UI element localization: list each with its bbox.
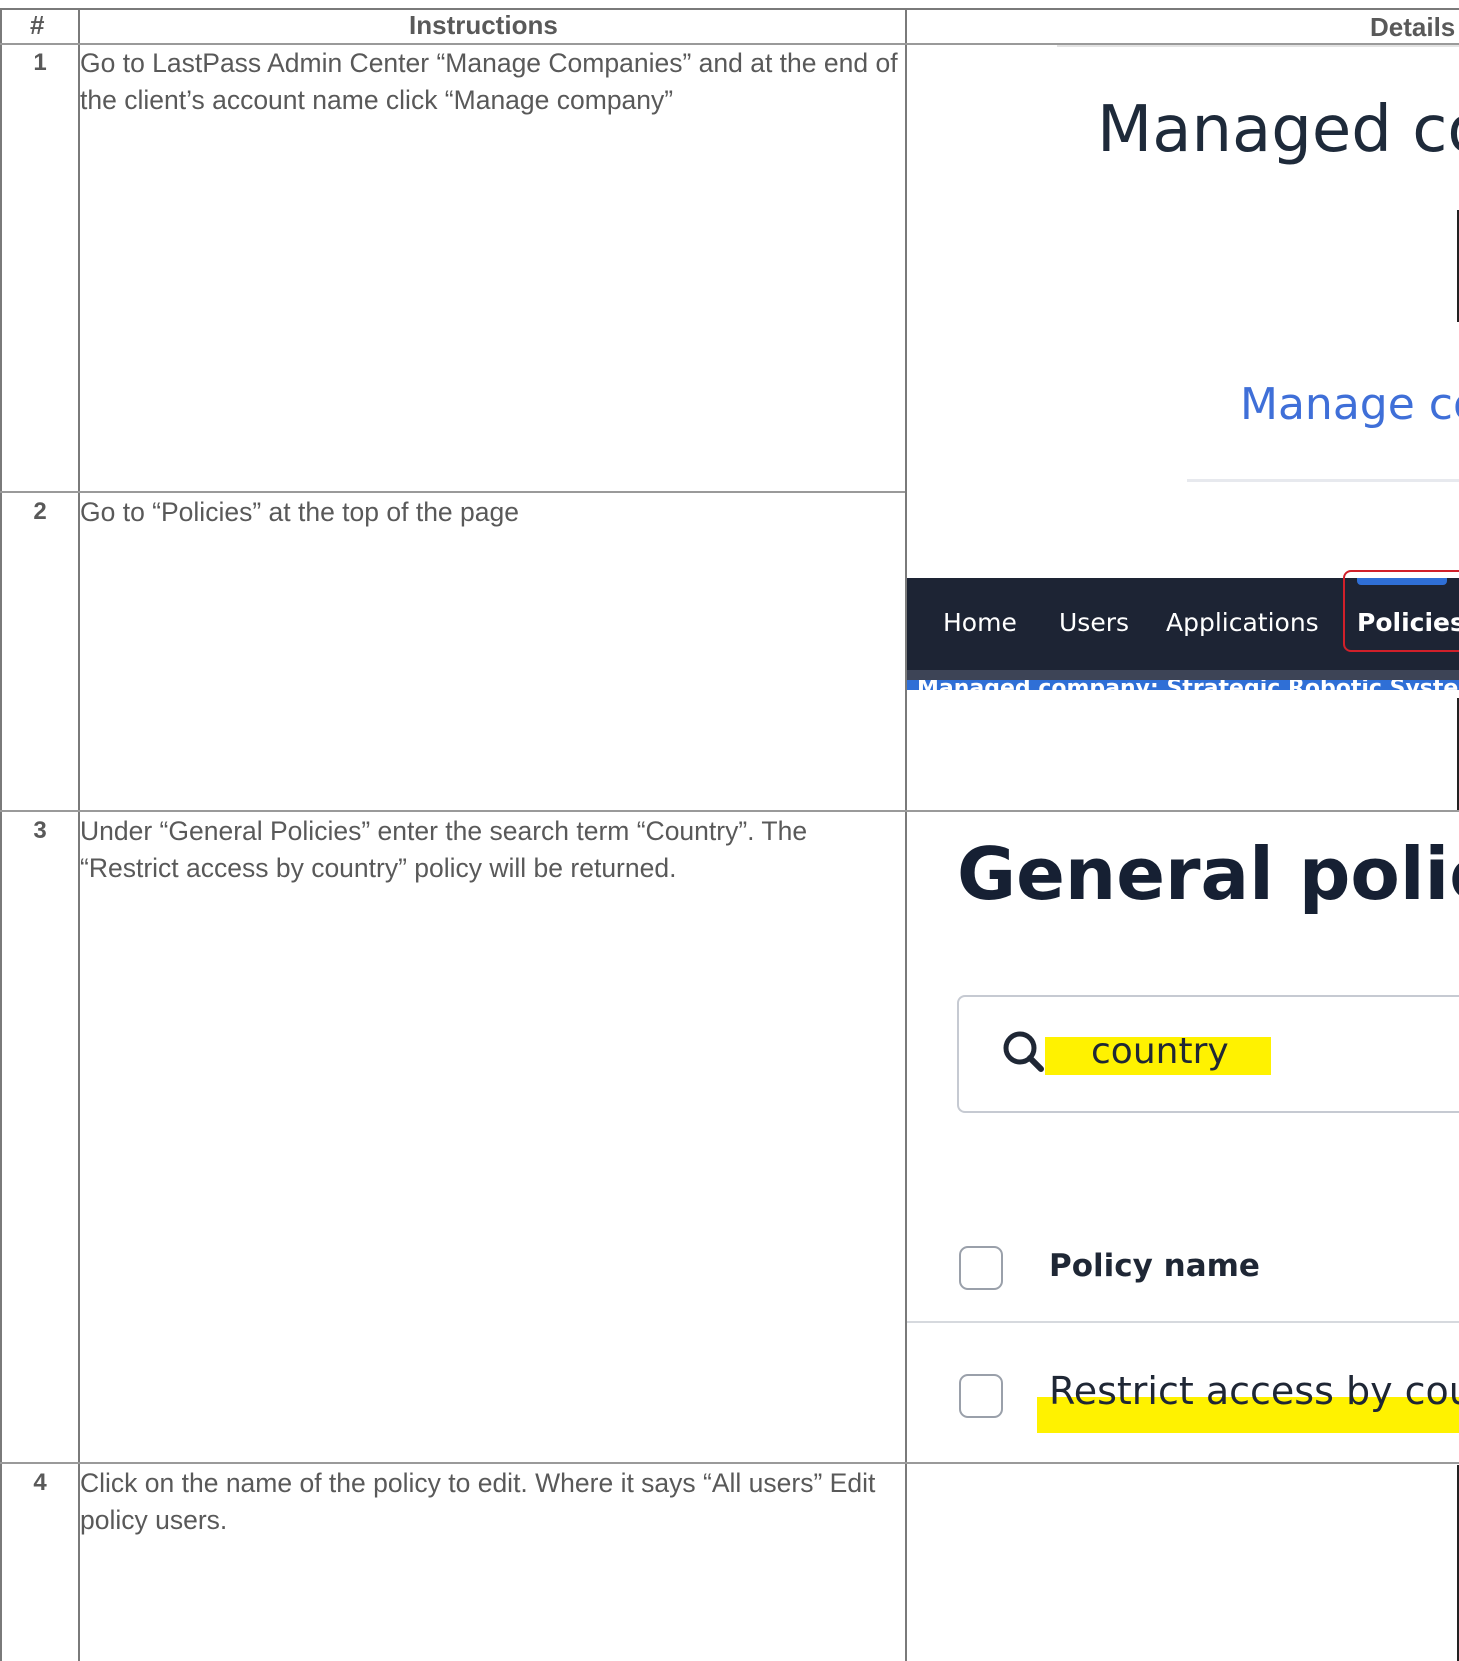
row-4-number: 4: [33, 1469, 47, 1496]
header-instructions: Instructions: [409, 10, 558, 40]
screenshot-managed-companies: Managed co Manage co: [907, 45, 1459, 491]
select-all-checkbox[interactable]: [959, 1246, 1003, 1290]
table-header-divider: [907, 1321, 1459, 1323]
row-4-instruction: Click on the name of the policy to edit.…: [80, 1468, 883, 1535]
manage-company-link[interactable]: Manage co: [1240, 379, 1459, 430]
row-1-instruction: Go to LastPass Admin Center “Manage Comp…: [80, 48, 905, 115]
header-details: Details: [1370, 12, 1456, 42]
nav-applications[interactable]: Applications: [1166, 608, 1319, 637]
search-value: country: [1091, 1031, 1229, 1072]
red-annotation-box: [1343, 570, 1459, 652]
managed-company-banner: Managed company: Strategic Robotic Syste…: [907, 680, 1459, 690]
managed-companies-title: Managed co: [1097, 93, 1459, 167]
general-policies-title: General polici: [957, 832, 1459, 916]
row-checkbox[interactable]: [959, 1374, 1003, 1418]
top-navigation-bar: Home Users Applications Policies: [907, 570, 1459, 670]
row-3-instruction: Under “General Policies” enter the searc…: [80, 816, 815, 883]
row-2-instruction: Go to “Policies” at the top of the page: [80, 497, 519, 527]
column-header-policy-name: Policy name: [1049, 1248, 1260, 1284]
row-divider-3: [0, 1462, 1459, 1464]
nav-home[interactable]: Home: [943, 608, 1017, 637]
row-3-number: 3: [33, 817, 47, 844]
header-num: #: [30, 10, 45, 40]
row-1-number: 1: [33, 49, 47, 76]
policy-row-restrict-by-country[interactable]: Restrict access by coun: [1049, 1369, 1459, 1413]
row-divider-1: [0, 491, 905, 493]
table-border-top: [0, 8, 1459, 10]
screenshot-policies-nav: Home Users Applications Policies Managed…: [907, 493, 1459, 810]
screenshot-general-policies: General polici country Policy name Restr…: [907, 812, 1459, 1462]
banner-text: Managed company: Strategic Robotic Syste…: [917, 680, 1459, 690]
search-icon: [1003, 1031, 1044, 1072]
policy-search-input[interactable]: country: [957, 995, 1459, 1113]
row-2-number: 2: [33, 498, 47, 525]
nav-users[interactable]: Users: [1059, 608, 1129, 637]
